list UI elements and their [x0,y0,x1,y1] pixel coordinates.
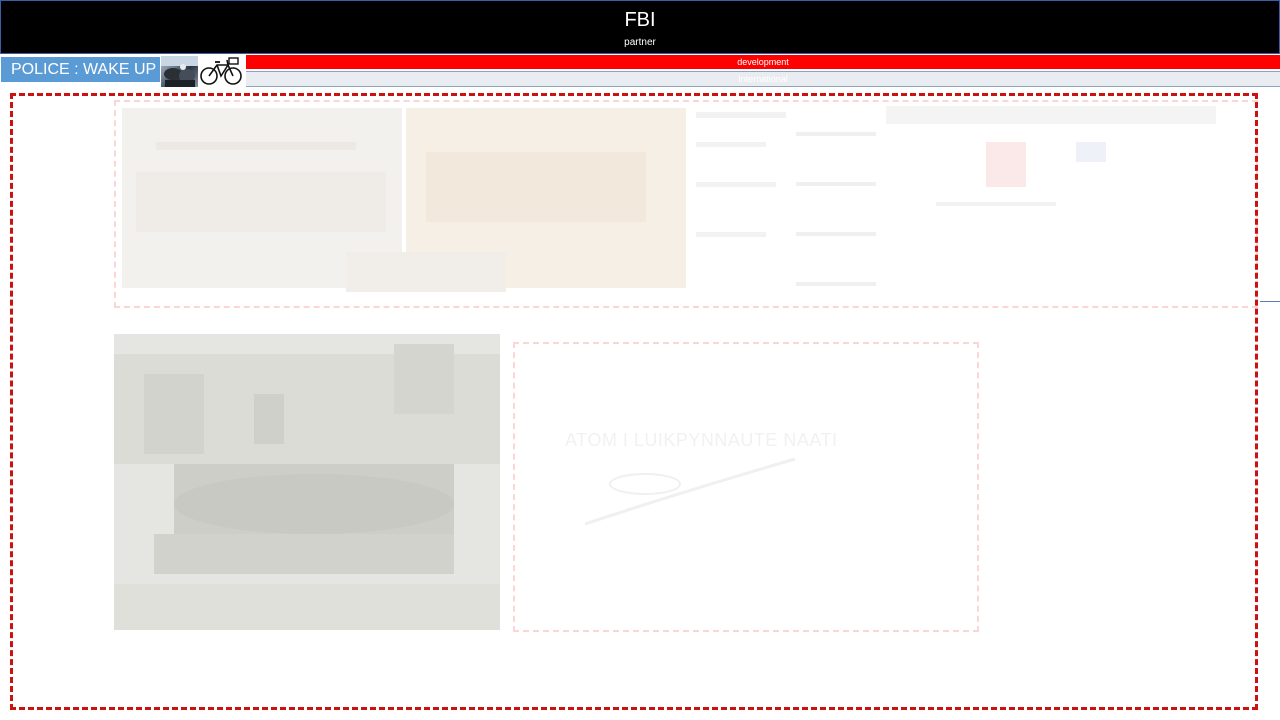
development-bar: development [246,55,1280,69]
courtroom-photo [114,334,500,630]
photo-thumbnail-icon [161,56,198,87]
sketch-graphic [584,457,796,526]
bicycle-icon [198,56,244,87]
divider-line [1260,301,1280,302]
header-subtitle: partner [624,37,656,48]
header-title: FBI [624,9,656,31]
police-wake-up-badge: POLICE : WAKE UP [1,57,160,82]
card-title: ATOM I LUIKPYNNAUTE NAATI [565,430,838,450]
header-bar: FBI partner [0,0,1280,54]
international-bar: International [246,71,1280,87]
faded-card: ATOM I LUIKPYNNAUTE NAATI [513,342,979,632]
